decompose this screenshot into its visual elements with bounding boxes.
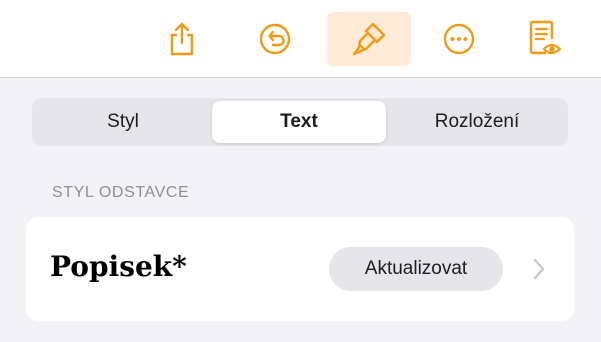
tab-styl[interactable]: Styl xyxy=(35,101,211,143)
more-icon xyxy=(443,23,475,55)
format-brush-icon xyxy=(352,22,386,56)
more-button[interactable] xyxy=(431,12,487,66)
format-tabs: Styl Text Rozložení xyxy=(32,98,568,146)
reading-view-icon xyxy=(529,20,562,55)
format-panel: Styl Text Rozložení STYL ODSTAVCE Popise… xyxy=(0,78,601,342)
undo-button[interactable] xyxy=(247,12,303,66)
reading-view-button[interactable] xyxy=(517,12,573,66)
share-icon xyxy=(170,22,194,56)
section-title: STYL ODSTAVCE xyxy=(52,184,190,201)
chevron-right-icon[interactable] xyxy=(532,257,546,281)
share-button[interactable] xyxy=(154,12,210,66)
tab-text[interactable]: Text xyxy=(212,101,386,143)
paragraph-style-name: Popisek* xyxy=(50,250,187,283)
format-button[interactable] xyxy=(327,12,411,66)
toolbar xyxy=(0,0,601,78)
update-style-button[interactable]: Aktualizovat xyxy=(329,247,503,291)
tab-rozlozeni[interactable]: Rozložení xyxy=(389,101,565,143)
paragraph-style-row[interactable]: Popisek* Aktualizovat xyxy=(26,217,574,321)
undo-icon xyxy=(259,23,291,55)
